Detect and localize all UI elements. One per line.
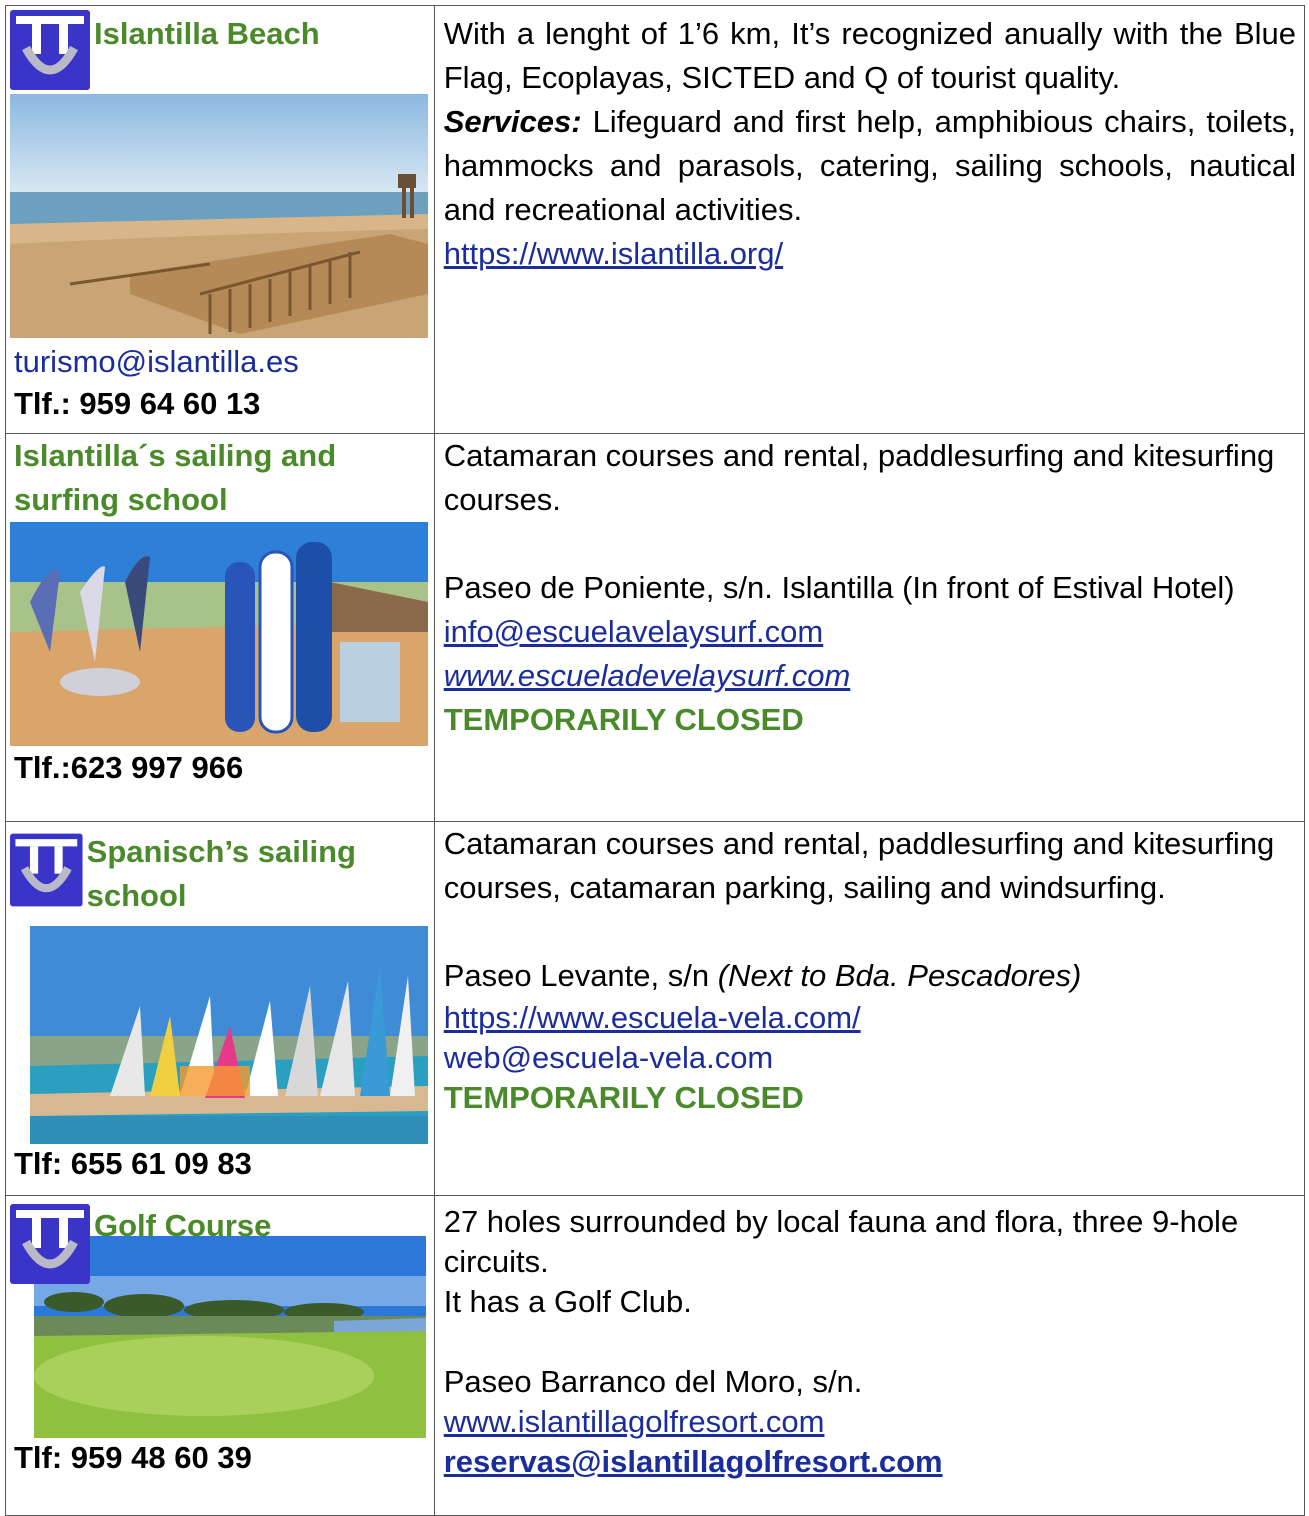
golf-phone: Tlf: 959 48 60 39 <box>14 1440 252 1475</box>
surf-school-phone: Tlf.:623 997 966 <box>14 750 244 785</box>
surf-school-status: TEMPORARILY CLOSED <box>443 702 804 737</box>
row-title: Spanisch’s sailing school <box>86 834 356 913</box>
golf-email-link[interactable]: reservas@islantillagolfresort.com <box>444 1444 943 1479</box>
golf-address: Paseo Barranco del Moro, s/n. <box>443 1364 863 1399</box>
sailing-school-email[interactable]: web@escuela-vela.com <box>444 1038 1296 1078</box>
sailing-school-address-note: (Next to Bda. Pescadores) <box>717 958 1082 993</box>
golf-description-club: It has a Golf Club. <box>443 1284 692 1319</box>
surf-school-photo <box>10 522 428 746</box>
surf-school-website-link[interactable]: www.escueladevelaysurf.com <box>444 658 851 693</box>
beach-right-cell: With a lenght of 1’6 km, It’s recognized… <box>433 5 1306 434</box>
beach-photo <box>10 94 428 338</box>
sailing-school-status: TEMPORARILY CLOSED <box>443 1080 804 1115</box>
sailing-surf-right-cell: Catamaran courses and rental, paddlesurf… <box>433 433 1306 822</box>
sailing-school-website-link[interactable]: https://www.escuela-vela.com/ <box>444 1000 861 1035</box>
table-row: Islantilla Beach turismo@islantilla.es T… <box>5 5 1306 434</box>
sailing-school-address-row: Paseo Levante, s/n (Next to Bda. Pescado… <box>444 954 1296 998</box>
sailing-school-address: Paseo Levante, s/n <box>443 958 718 993</box>
spanish-sailing-right-cell: Catamaran courses and rental, paddlesurf… <box>433 821 1306 1196</box>
spanish-sailing-left-cell: Spanisch’s sailing school Tlf: 655 61 09… <box>5 821 435 1196</box>
islantilla-logo-icon <box>10 10 90 90</box>
table-row: Golf Course Tlf: 959 48 60 39 27 holes s… <box>5 1195 1306 1516</box>
table-row: Islantilla´s sailing and surfing school … <box>5 433 1306 822</box>
table-row: Spanisch’s sailing school Tlf: 655 61 09… <box>5 821 1306 1196</box>
row-title: Islantilla´s sailing and surfing school <box>14 438 337 517</box>
golf-description: 27 holes surrounded by local fauna and f… <box>443 1204 1239 1279</box>
golf-left-cell: Golf Course Tlf: 959 48 60 39 <box>5 1195 435 1516</box>
row-title: Golf Course <box>94 1208 272 1243</box>
golf-website-link[interactable]: www.islantillagolfresort.com <box>444 1404 825 1439</box>
islantilla-logo-icon <box>10 1204 90 1284</box>
services-label: Services: <box>443 104 582 139</box>
row-title: Islantilla Beach <box>94 16 320 51</box>
golf-right-cell: 27 holes surrounded by local fauna and f… <box>433 1195 1306 1516</box>
sailing-school-description: Catamaran courses and rental, paddlesurf… <box>443 826 1275 905</box>
sailing-school-photo <box>30 926 428 1144</box>
surf-school-description: Catamaran courses and rental, paddlesurf… <box>443 438 1275 517</box>
surf-school-address: Paseo de Poniente, s/n. Islantilla (In f… <box>443 570 1235 605</box>
beach-email[interactable]: turismo@islantilla.es <box>6 342 434 382</box>
activities-table: Islantilla Beach turismo@islantilla.es T… <box>5 5 1306 1516</box>
sailing-school-phone: Tlf: 655 61 09 83 <box>14 1146 252 1181</box>
sailing-surf-left-cell: Islantilla´s sailing and surfing school … <box>5 433 435 822</box>
beach-left-cell: Islantilla Beach turismo@islantilla.es T… <box>5 5 435 434</box>
surf-school-email-link[interactable]: info@escuelavelaysurf.com <box>444 614 824 649</box>
islantilla-logo-icon <box>10 830 83 910</box>
beach-phone: Tlf.: 959 64 60 13 <box>14 386 261 421</box>
beach-description: With a lenght of 1’6 km, It’s recognized… <box>443 16 1296 95</box>
beach-website-link[interactable]: https://www.islantilla.org/ <box>444 236 783 271</box>
